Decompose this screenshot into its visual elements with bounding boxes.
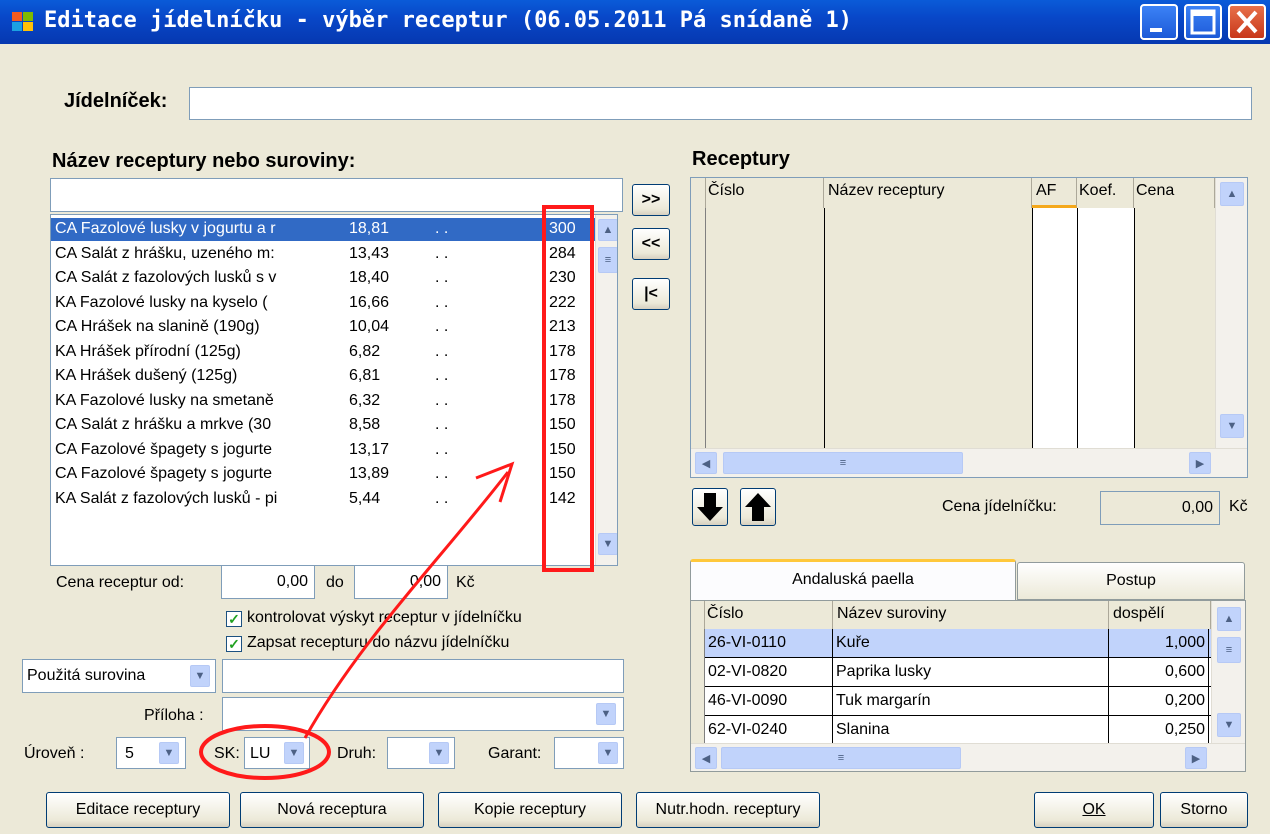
chevron-down-icon[interactable]: ▼ bbox=[1217, 713, 1241, 737]
tab-postup[interactable]: Postup bbox=[1017, 562, 1245, 600]
kopie-receptury-button[interactable]: Kopie receptury bbox=[438, 792, 622, 828]
tab-andaluska-paella[interactable]: Andaluská paella bbox=[690, 559, 1016, 601]
table-row[interactable]: 26-VI-0110 Kuře 1,000 bbox=[705, 629, 1211, 658]
ingredient-code: 62-VI-0240 bbox=[705, 716, 833, 743]
annotation-arrow bbox=[303, 471, 510, 739]
ingredient-name: Paprika lusky bbox=[833, 658, 1109, 686]
table-row[interactable]: 46-VI-0090 Tuk margarín 0,200 bbox=[705, 687, 1211, 716]
ingredients-hscroll[interactable]: ◀ ≡ ▶ bbox=[691, 743, 1245, 771]
ingredient-name: Slanina bbox=[833, 716, 1109, 743]
annotation-ellipse bbox=[199, 724, 331, 780]
editace-receptury-button[interactable]: Editace receptury bbox=[46, 792, 230, 828]
row-indicator-column bbox=[691, 629, 705, 743]
ingredient-qty: 0,250 bbox=[1109, 716, 1209, 743]
nova-receptura-button[interactable]: Nová receptura bbox=[240, 792, 424, 828]
ingredient-qty: 0,600 bbox=[1109, 658, 1209, 686]
hscroll-thumb[interactable]: ≡ bbox=[721, 747, 961, 769]
scroll-thumb[interactable]: ≡ bbox=[1217, 637, 1241, 663]
ingredient-qty: 0,200 bbox=[1109, 687, 1209, 715]
table-row[interactable]: 62-VI-0240 Slanina 0,250 bbox=[705, 716, 1211, 743]
col-header-nazev-suroviny[interactable]: Název suroviny bbox=[833, 601, 1109, 629]
ingredient-name: Kuře bbox=[833, 629, 1109, 657]
col-header-cislo[interactable]: Číslo bbox=[705, 601, 833, 629]
annotation-arrowhead bbox=[475, 461, 515, 503]
nutr-hodn-receptury-button[interactable]: Nutr.hodn. receptury bbox=[636, 792, 820, 828]
table-row[interactable]: 02-VI-0820 Paprika lusky 0,600 bbox=[705, 658, 1211, 687]
chevron-up-icon[interactable]: ▲ bbox=[1217, 607, 1241, 631]
ingredients-grid[interactable]: Číslo Název suroviny dospělí 26-VI-0110 K… bbox=[690, 600, 1246, 772]
chevron-left-icon[interactable]: ◀ bbox=[695, 747, 717, 769]
col-header-dospeli[interactable]: dospělí bbox=[1109, 601, 1211, 629]
ingredient-qty: 1,000 bbox=[1109, 629, 1209, 657]
storno-button[interactable]: Storno bbox=[1160, 792, 1248, 828]
ingredient-code: 46-VI-0090 bbox=[705, 687, 833, 715]
ok-button[interactable]: OK bbox=[1034, 792, 1154, 828]
ingredient-code: 26-VI-0110 bbox=[705, 629, 833, 657]
ingredient-code: 02-VI-0820 bbox=[705, 658, 833, 686]
ingredient-name: Tuk margarín bbox=[833, 687, 1109, 715]
ingredients-vscroll[interactable]: ▲ ≡ ▼ bbox=[1211, 601, 1245, 743]
chevron-right-icon[interactable]: ▶ bbox=[1185, 747, 1207, 769]
row-indicator-header bbox=[691, 601, 705, 629]
